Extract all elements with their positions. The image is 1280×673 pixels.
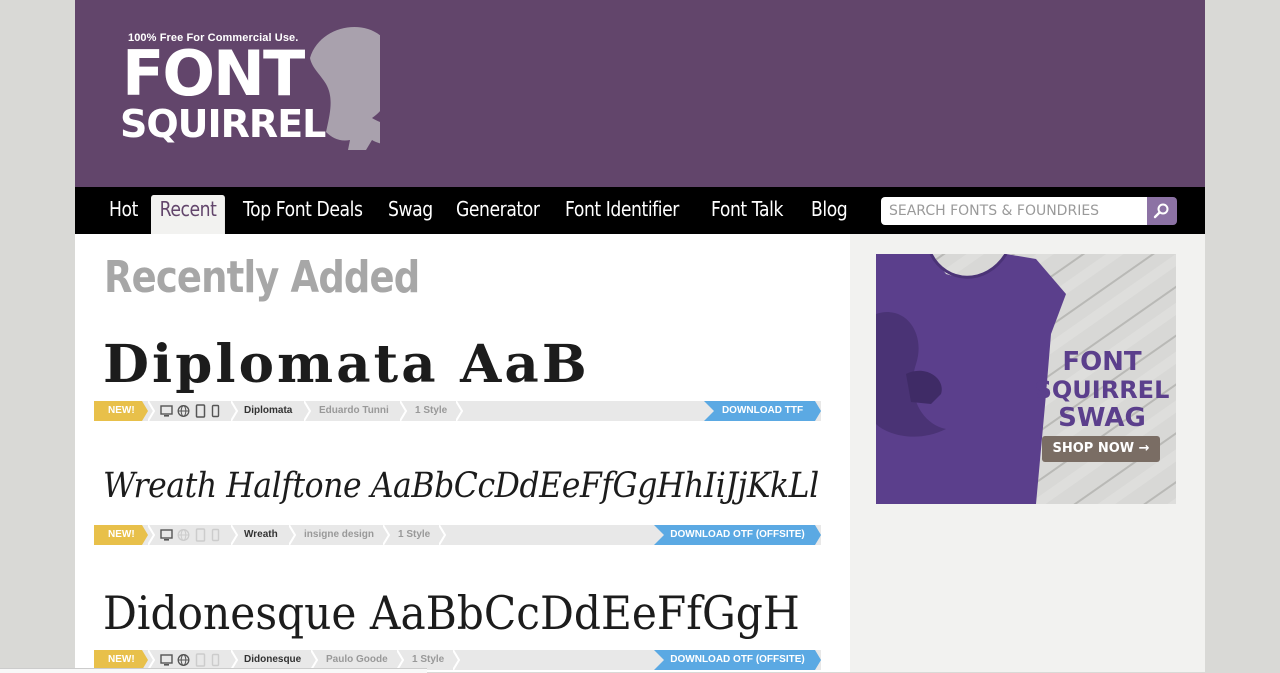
ad-line-squirrel: SQUIRREL bbox=[1034, 376, 1170, 404]
divider-chevron-icon bbox=[311, 650, 319, 670]
web-icon bbox=[177, 404, 190, 418]
font-preview-wreath[interactable]: Wreath Halftone AaBbCcDdEeFfGgHhIiJjKkLl bbox=[103, 466, 819, 506]
phone-icon bbox=[209, 404, 222, 418]
download-button[interactable]: DOWNLOAD TTF bbox=[704, 401, 821, 421]
search-input[interactable] bbox=[881, 197, 1147, 225]
download-button[interactable]: DOWNLOAD OTF (OFFSITE) bbox=[654, 650, 821, 670]
shop-now-button[interactable]: SHOP NOW → bbox=[1042, 436, 1160, 462]
foundry-link[interactable]: Eduardo Tunni bbox=[319, 401, 389, 421]
nav-item-hot[interactable]: Hot bbox=[109, 195, 138, 234]
font-info-bar: NEW! Wreath insigne design 1 Style DOWNL… bbox=[94, 525, 821, 545]
nav-item-blog[interactable]: Blog bbox=[811, 195, 848, 234]
font-name-link[interactable]: Didonesque bbox=[244, 650, 301, 670]
font-name-link[interactable]: Wreath bbox=[244, 525, 278, 545]
logo-word-font: FONT bbox=[122, 37, 305, 110]
divider-chevron-icon bbox=[148, 525, 156, 545]
divider-chevron-icon bbox=[231, 525, 239, 545]
desktop-icon bbox=[160, 528, 173, 542]
search-icon bbox=[1153, 203, 1169, 219]
divider-chevron-icon bbox=[148, 401, 156, 421]
nav-item-recent[interactable]: Recent bbox=[151, 195, 226, 234]
nav-item-font-talk[interactable]: Font Talk bbox=[711, 195, 783, 234]
search-form bbox=[881, 197, 1177, 225]
font-preview-diplomata[interactable]: Diplomata AaB bbox=[103, 334, 590, 395]
desktop-icon bbox=[160, 653, 173, 667]
font-info-bar: NEW! Diplomata Eduardo Tunni 1 Style DOW… bbox=[94, 401, 821, 421]
browser-status-strip bbox=[0, 668, 427, 673]
swag-ad-banner[interactable]: FONT SQUIRREL SWAG SHOP NOW → bbox=[876, 254, 1176, 504]
divider-chevron-icon bbox=[231, 401, 239, 421]
nav-item-generator[interactable]: Generator bbox=[456, 195, 540, 234]
font-info-bar: NEW! Didonesque Paulo Goode 1 Style DOWN… bbox=[94, 650, 821, 670]
divider-chevron-icon bbox=[400, 401, 408, 421]
font-preview-didonesque[interactable]: Didonesque AaBbCcDdEeFfGgH bbox=[103, 586, 800, 640]
ad-line-font: FONT bbox=[1062, 347, 1142, 377]
new-badge: NEW! bbox=[94, 650, 148, 670]
tablet-icon bbox=[194, 528, 207, 542]
ad-line-swag: SWAG bbox=[1058, 403, 1146, 433]
divider-chevron-icon bbox=[148, 650, 156, 670]
arrow-right-icon: → bbox=[1138, 441, 1150, 456]
divider-chevron-icon bbox=[231, 650, 239, 670]
divider-chevron-icon bbox=[383, 525, 391, 545]
logo-word-squirrel: SQUIRREL bbox=[120, 102, 326, 146]
site-header: 100% Free For Commercial Use. FONT SQUIR… bbox=[75, 0, 1205, 187]
main-nav: Hot Recent Top Font Deals Swag Generator… bbox=[75, 187, 1205, 234]
divider-chevron-icon bbox=[456, 401, 464, 421]
font-name-link[interactable]: Diplomata bbox=[244, 401, 292, 421]
style-count: 1 Style bbox=[415, 405, 448, 416]
search-button[interactable] bbox=[1147, 197, 1177, 225]
font-squirrel-logo[interactable]: 100% Free For Commercial Use. FONT SQUIR… bbox=[120, 14, 380, 156]
download-button[interactable]: DOWNLOAD OTF (OFFSITE) bbox=[654, 525, 821, 545]
main-content: Recently Added Diplomata AaB NEW! Diplom… bbox=[75, 234, 850, 672]
shop-now-label: SHOP NOW bbox=[1052, 441, 1135, 456]
new-badge: NEW! bbox=[94, 401, 148, 421]
nav-item-swag[interactable]: Swag bbox=[388, 195, 433, 234]
page-title: Recently Added bbox=[104, 252, 420, 303]
style-count: 1 Style bbox=[398, 529, 431, 540]
divider-chevron-icon bbox=[289, 525, 297, 545]
nav-item-top-font-deals[interactable]: Top Font Deals bbox=[243, 195, 363, 234]
phone-icon bbox=[209, 528, 222, 542]
new-badge: NEW! bbox=[94, 525, 148, 545]
tablet-icon bbox=[194, 653, 207, 667]
divider-chevron-icon bbox=[304, 401, 312, 421]
foundry-link[interactable]: Paulo Goode bbox=[326, 650, 388, 670]
desktop-icon bbox=[160, 404, 173, 418]
style-count: 1 Style bbox=[412, 654, 445, 665]
divider-chevron-icon bbox=[397, 650, 405, 670]
tablet-icon bbox=[194, 404, 207, 418]
web-icon bbox=[177, 528, 190, 542]
nav-item-font-identifier[interactable]: Font Identifier bbox=[565, 195, 679, 234]
page: 100% Free For Commercial Use. FONT SQUIR… bbox=[75, 0, 1205, 672]
foundry-link[interactable]: insigne design bbox=[304, 525, 374, 545]
divider-chevron-icon bbox=[453, 650, 461, 670]
web-icon bbox=[177, 653, 190, 667]
divider-chevron-icon bbox=[439, 525, 447, 545]
phone-icon bbox=[209, 653, 222, 667]
